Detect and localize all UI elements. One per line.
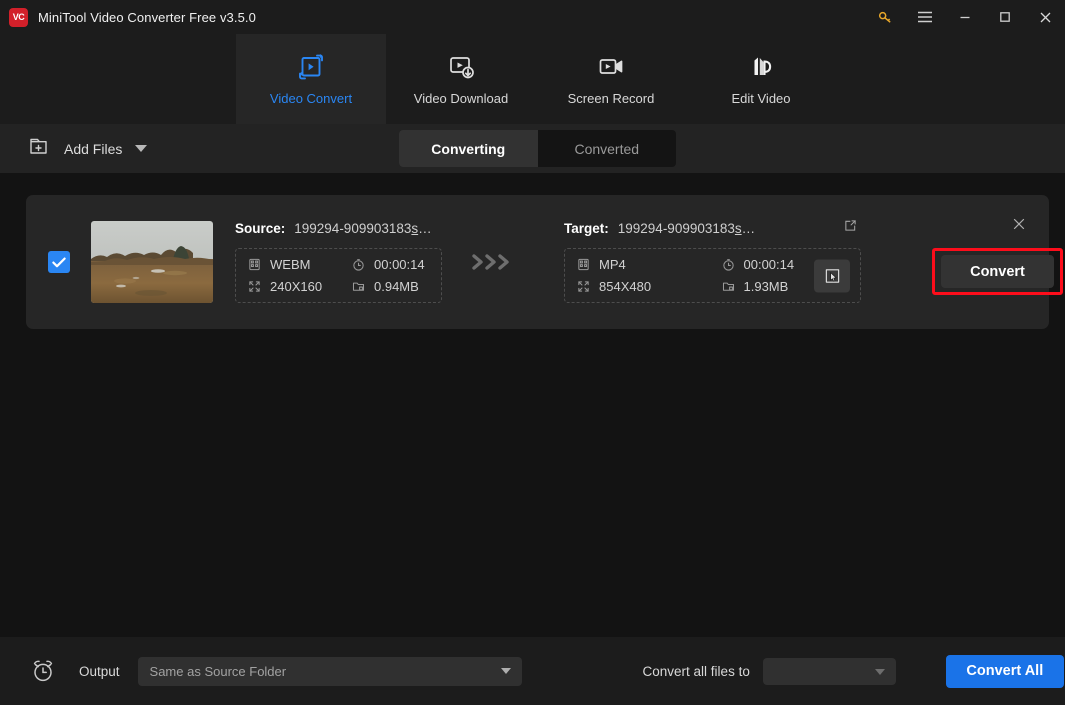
file-row: Source: 199294-909903183s… WEBM 00:00:14… xyxy=(26,195,1063,329)
format-icon xyxy=(249,258,260,271)
source-resolution: 240X160 xyxy=(248,279,334,294)
chevron-down-icon[interactable] xyxy=(135,145,148,152)
convert-button-highlight: Convert xyxy=(932,248,1063,295)
video-thumbnail[interactable] xyxy=(91,221,213,303)
edit-video-icon xyxy=(746,52,776,82)
nav-item-label: Edit Video xyxy=(731,91,791,106)
filesize-icon xyxy=(352,282,365,291)
nav-item-video-convert[interactable]: Video Convert xyxy=(236,34,386,124)
remove-file-close-icon[interactable] xyxy=(1010,215,1028,233)
target-info: Target: 199294-909903183s… MP4 00:00:14 … xyxy=(564,219,861,303)
filesize-icon xyxy=(722,282,734,291)
window-controls xyxy=(865,0,1065,34)
resolution-icon xyxy=(249,281,260,292)
key-icon[interactable] xyxy=(865,0,905,34)
folder-plus-icon xyxy=(28,135,51,162)
footer-bar: Output Same as Source Folder Convert all… xyxy=(0,637,1065,705)
chevrons-right-icon xyxy=(470,252,516,272)
target-header: Target: 199294-909903183s… xyxy=(564,219,861,239)
source-filename: 199294-909903183s… xyxy=(294,221,432,236)
target-format: MP4 xyxy=(577,257,704,272)
target-details: MP4 00:00:14 854X480 1.93MB xyxy=(564,248,861,303)
screen-record-icon xyxy=(596,52,626,82)
nav-item-label: Screen Record xyxy=(567,91,655,106)
title-bar: VC MiniTool Video Converter Free v3.5.0 xyxy=(0,0,1065,34)
target-resolution: 854X480 xyxy=(577,279,704,294)
chevron-down-icon xyxy=(500,668,511,674)
source-label: Source: xyxy=(235,221,286,236)
convert-all-files-to-label: Convert all files to xyxy=(642,663,750,679)
converting-converted-tabs: Converting Converted xyxy=(399,130,676,167)
source-info: Source: 199294-909903183s… WEBM 00:00:14… xyxy=(235,221,442,303)
tab-converted[interactable]: Converted xyxy=(538,130,677,167)
add-files-label: Add Files xyxy=(64,140,123,157)
main-navigation: Video Convert Video Download Screen Reco… xyxy=(0,34,1065,124)
output-label: Output xyxy=(79,663,120,679)
target-label: Target: xyxy=(564,221,609,236)
source-duration: 00:00:14 xyxy=(352,257,438,272)
file-list-area: Source: 199294-909903183s… WEBM 00:00:14… xyxy=(0,173,1065,637)
format-icon xyxy=(578,258,589,271)
resolution-icon xyxy=(578,281,589,292)
convert-button[interactable]: Convert xyxy=(941,255,1054,288)
source-header: Source: 199294-909903183s… xyxy=(235,221,442,239)
video-download-icon xyxy=(446,52,476,82)
minimize-icon[interactable] xyxy=(945,0,985,34)
convert-all-button[interactable]: Convert All xyxy=(945,654,1064,688)
source-format: WEBM xyxy=(248,257,334,272)
app-title: MiniTool Video Converter Free v3.5.0 xyxy=(38,9,256,25)
output-folder-select[interactable]: Same as Source Folder xyxy=(137,656,522,686)
source-details: WEBM 00:00:14 240X160 0.94MB xyxy=(235,248,442,303)
source-size: 0.94MB xyxy=(352,279,438,294)
menu-icon[interactable] xyxy=(905,0,945,34)
chevron-down-icon xyxy=(874,668,885,675)
nav-item-label: Video Convert xyxy=(269,91,353,106)
target-filename: 199294-909903183s… xyxy=(617,221,756,236)
close-icon[interactable] xyxy=(1025,0,1065,34)
tab-converting[interactable]: Converting xyxy=(399,130,538,167)
file-select-checkbox[interactable] xyxy=(48,251,70,273)
edit-square-icon[interactable] xyxy=(844,219,857,237)
video-convert-icon xyxy=(296,52,326,82)
nav-item-screen-record[interactable]: Screen Record xyxy=(536,34,686,124)
app-logo: VC xyxy=(9,7,28,27)
nav-item-label: Video Download xyxy=(413,91,509,106)
stopwatch-icon xyxy=(353,259,364,271)
stopwatch-icon xyxy=(722,259,734,271)
output-folder-value: Same as Source Folder xyxy=(149,663,287,679)
nav-item-edit-video[interactable]: Edit Video xyxy=(686,34,836,124)
add-files-button[interactable]: Add Files xyxy=(28,135,148,162)
cursor-select-icon[interactable] xyxy=(814,259,850,292)
maximize-icon[interactable] xyxy=(985,0,1025,34)
convert-all-format-select[interactable] xyxy=(762,657,896,685)
nav-item-video-download[interactable]: Video Download xyxy=(386,34,536,124)
alarm-clock-icon[interactable] xyxy=(30,658,56,684)
